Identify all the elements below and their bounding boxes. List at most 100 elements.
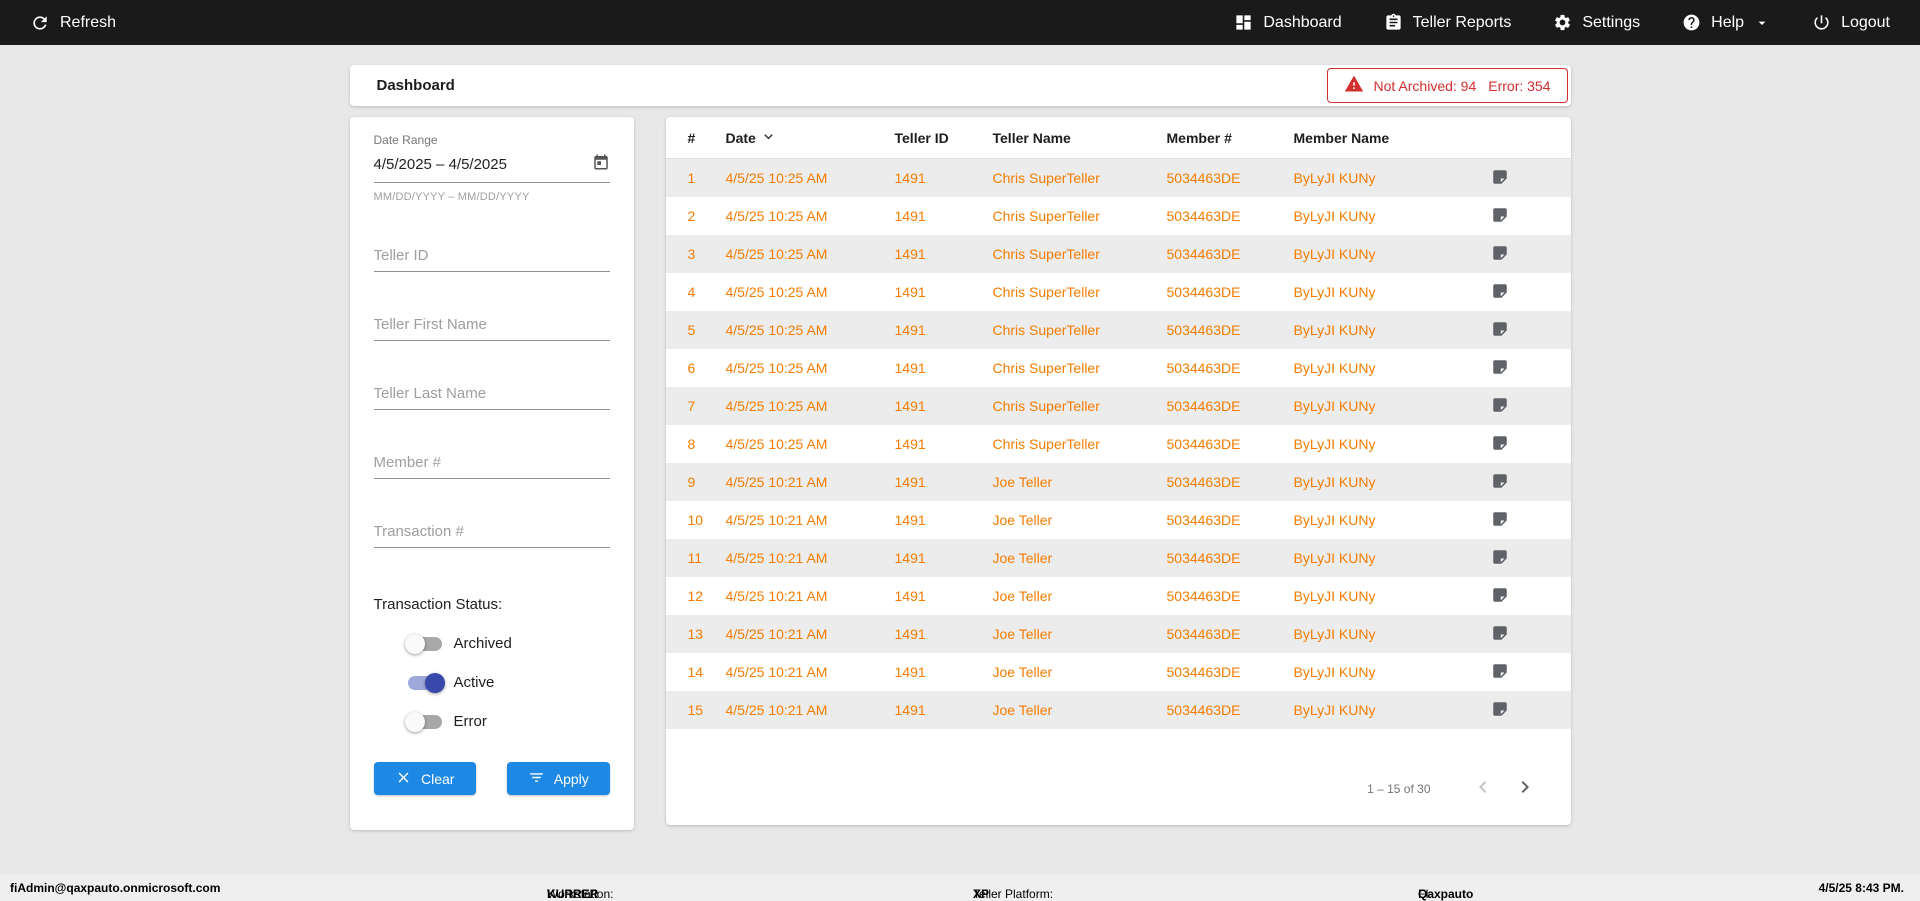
column-header-member-num: Member # xyxy=(1166,129,1232,146)
apply-button[interactable]: Apply xyxy=(507,762,610,795)
column-header-num: # xyxy=(687,129,696,146)
note-icon[interactable] xyxy=(1491,472,1509,490)
toggle-row-archived: Archived xyxy=(374,633,610,654)
nav-logout[interactable]: Logout xyxy=(1812,13,1890,32)
nav-dashboard[interactable]: Dashboard xyxy=(1234,13,1342,32)
help-icon xyxy=(1682,13,1701,32)
cell-member-name: ByLyJI KUNy xyxy=(1293,284,1376,300)
date-range-field[interactable]: 4/5/2025 – 4/5/2025 xyxy=(373,153,610,183)
table-row[interactable]: 4 4/5/25 10:25 AM 1491 Chris SuperTeller… xyxy=(666,273,1571,311)
table-row[interactable]: 14 4/5/25 10:21 AM 1491 Joe Teller 50344… xyxy=(666,653,1571,691)
active-toggle[interactable] xyxy=(407,672,445,693)
warning-icon xyxy=(1344,74,1364,97)
teller-platform-value: XP xyxy=(973,887,990,901)
cell-teller-name: Chris SuperTeller xyxy=(992,170,1100,186)
logout-icon xyxy=(1812,13,1831,32)
cell-row-number: 11 xyxy=(687,550,703,566)
cell-teller-id: 1491 xyxy=(894,626,926,642)
note-icon[interactable] xyxy=(1491,624,1509,642)
cell-teller-id: 1491 xyxy=(894,398,926,414)
member-number-input[interactable] xyxy=(373,452,610,479)
alert-badge[interactable]: Not Archived: 94 Error: 354 xyxy=(1326,68,1568,103)
nav-help[interactable]: Help xyxy=(1682,13,1770,32)
cell-member-name: ByLyJI KUNy xyxy=(1293,170,1376,186)
note-icon[interactable] xyxy=(1491,396,1509,414)
previous-page-button[interactable] xyxy=(1471,775,1495,802)
cell-actions xyxy=(1477,244,1571,265)
table-row[interactable]: 1 4/5/25 10:25 AM 1491 Chris SuperTeller… xyxy=(665,159,1571,197)
column-header-teller-name: Teller Name xyxy=(992,129,1071,146)
cell-member-name: ByLyJI KUNy xyxy=(1293,626,1376,642)
note-icon[interactable] xyxy=(1491,662,1509,680)
cell-teller-id: 1491 xyxy=(894,170,926,186)
refresh-button[interactable]: Refresh xyxy=(30,13,116,33)
cell-member-name: ByLyJI KUNy xyxy=(1293,474,1376,490)
note-icon[interactable] xyxy=(1491,206,1509,224)
table-row[interactable]: 11 4/5/25 10:21 AM 1491 Joe Teller 50344… xyxy=(665,539,1571,577)
note-icon[interactable] xyxy=(1491,244,1509,262)
teller-id-input[interactable] xyxy=(373,245,610,272)
note-icon[interactable] xyxy=(1491,548,1509,566)
column-header-date[interactable]: Date xyxy=(726,128,895,148)
cell-date: 4/5/25 10:21 AM xyxy=(725,550,828,566)
table-row[interactable]: 15 4/5/25 10:21 AM 1491 Joe Teller 50344… xyxy=(665,691,1571,729)
note-icon[interactable] xyxy=(1491,586,1509,604)
teller-first-name-input[interactable] xyxy=(373,314,610,341)
nav-settings-label: Settings xyxy=(1582,13,1641,31)
transaction-number-input[interactable] xyxy=(373,521,610,548)
cell-member-number: 5034463DE xyxy=(1166,588,1241,604)
cell-date: 4/5/25 10:25 AM xyxy=(725,398,828,414)
column-header-teller-id: Teller ID xyxy=(894,129,949,146)
apply-button-label: Apply xyxy=(553,770,589,787)
archived-toggle[interactable] xyxy=(404,633,442,654)
cell-member-name: ByLyJI KUNy xyxy=(1293,436,1376,452)
cell-actions xyxy=(1477,396,1571,417)
cell-teller-name: Joe Teller xyxy=(992,550,1053,566)
cell-teller-name: Chris SuperTeller xyxy=(992,398,1100,414)
next-page-button[interactable] xyxy=(1513,775,1537,802)
table-row[interactable]: 9 4/5/25 10:21 AM 1491 Joe Teller 503446… xyxy=(665,463,1571,501)
cell-teller-id: 1491 xyxy=(894,360,926,376)
table-row[interactable]: 3 4/5/25 10:25 AM 1491 Chris SuperTeller… xyxy=(665,235,1571,273)
cell-teller-name: Chris SuperTeller xyxy=(992,208,1100,224)
cell-member-name: ByLyJI KUNy xyxy=(1293,702,1376,718)
cell-actions xyxy=(1477,320,1571,341)
error-toggle[interactable] xyxy=(404,711,442,732)
logged-in-user: fiAdmin@qaxpauto.onmicrosoft.com xyxy=(10,881,221,895)
table-row[interactable]: 10 4/5/25 10:21 AM 1491 Joe Teller 50344… xyxy=(666,501,1571,539)
pagination: 1 – 15 of 30 xyxy=(666,775,1571,802)
nav-teller-reports[interactable]: Teller Reports xyxy=(1384,13,1511,32)
cell-member-number: 5034463DE xyxy=(1166,246,1241,262)
teller-last-name-input[interactable] xyxy=(373,383,610,410)
table-row[interactable]: 6 4/5/25 10:25 AM 1491 Chris SuperTeller… xyxy=(666,349,1571,387)
note-icon[interactable] xyxy=(1491,320,1509,338)
table-row[interactable]: 12 4/5/25 10:21 AM 1491 Joe Teller 50344… xyxy=(666,577,1571,615)
note-icon[interactable] xyxy=(1491,282,1509,300)
cell-row-number: 9 xyxy=(687,474,696,490)
table-row[interactable]: 7 4/5/25 10:25 AM 1491 Chris SuperTeller… xyxy=(665,387,1571,425)
clear-button[interactable]: Clear xyxy=(373,762,476,795)
cell-member-number: 5034463DE xyxy=(1166,284,1241,300)
cell-row-number: 10 xyxy=(687,512,704,528)
table-row[interactable]: 5 4/5/25 10:25 AM 1491 Chris SuperTeller… xyxy=(665,311,1571,349)
nav-settings[interactable]: Settings xyxy=(1553,13,1640,32)
cell-member-number: 5034463DE xyxy=(1166,474,1241,490)
note-icon[interactable] xyxy=(1491,358,1509,376)
cell-actions xyxy=(1477,510,1571,531)
cell-member-number: 5034463DE xyxy=(1166,512,1241,528)
table-row[interactable]: 13 4/5/25 10:21 AM 1491 Joe Teller 50344… xyxy=(665,615,1571,653)
table-row[interactable]: 8 4/5/25 10:25 AM 1491 Chris SuperTeller… xyxy=(666,425,1571,463)
cell-member-number: 5034463DE xyxy=(1166,436,1241,452)
calendar-icon[interactable] xyxy=(592,153,610,176)
note-icon[interactable] xyxy=(1491,510,1509,528)
note-icon[interactable] xyxy=(1491,168,1509,186)
cell-teller-id: 1491 xyxy=(894,284,926,300)
date-range-value: 4/5/2025 – 4/5/2025 xyxy=(373,156,507,173)
cell-member-number: 5034463DE xyxy=(1166,626,1241,642)
note-icon[interactable] xyxy=(1491,700,1509,718)
table-row[interactable]: 2 4/5/25 10:25 AM 1491 Chris SuperTeller… xyxy=(666,197,1571,235)
topbar: Refresh Dashboard Teller Reports Setting… xyxy=(0,0,1920,45)
cell-date: 4/5/25 10:25 AM xyxy=(725,246,828,262)
toggle-row-active: Active xyxy=(374,672,610,693)
note-icon[interactable] xyxy=(1491,434,1509,452)
